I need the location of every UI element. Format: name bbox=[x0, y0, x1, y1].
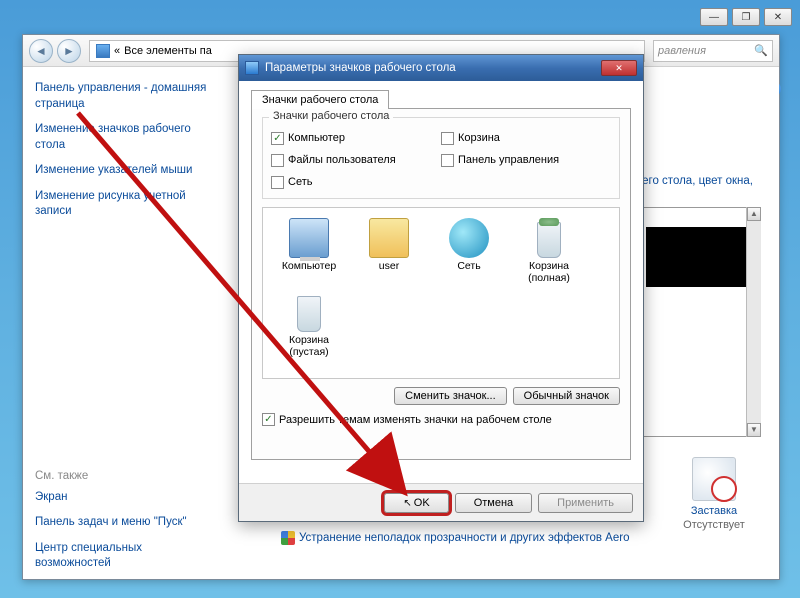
shield-icon bbox=[281, 531, 295, 545]
checkbox-label: Сеть bbox=[288, 176, 312, 188]
tab-page: Значки рабочего стола ✓ Компьютер Корзина Ф… bbox=[251, 108, 631, 460]
icon-preview-grid[interactable]: КомпьютерuserСетьКорзина (полная) Корзина… bbox=[262, 207, 620, 379]
see-also-easeofaccess[interactable]: Центр специальных возможностей bbox=[35, 541, 209, 572]
dialog-footer: ↖OK Отмена Применить bbox=[239, 483, 643, 521]
breadcrumb-text-left: Все элементы па bbox=[124, 45, 212, 57]
icon-user[interactable]: user bbox=[349, 216, 429, 286]
screensaver-section[interactable]: Заставка Отсутствует bbox=[667, 457, 761, 531]
sidebar-link-mouse-pointers[interactable]: Изменение указателей мыши bbox=[35, 163, 209, 179]
checkbox-компьютер[interactable]: ✓ Компьютер bbox=[271, 128, 441, 148]
dialog-icon bbox=[245, 61, 259, 75]
scroll-down-icon[interactable]: ▼ bbox=[747, 423, 761, 437]
icon-label: Сеть bbox=[429, 260, 509, 272]
icon-label: Корзина (пустая) bbox=[269, 334, 349, 358]
icon-bin-full[interactable]: Корзина (полная) bbox=[509, 216, 589, 286]
sidebar-home-link[interactable]: Панель управления - домашняя страница bbox=[35, 81, 209, 112]
search-icon: 🔍 bbox=[754, 44, 768, 57]
minimize-button[interactable]: — bbox=[700, 8, 728, 26]
screensaver-status: Отсутствует bbox=[667, 519, 761, 531]
see-also-taskbar[interactable]: Панель задач и меню "Пуск" bbox=[35, 515, 209, 531]
checkbox-label: Компьютер bbox=[288, 132, 345, 144]
checkbox-icon bbox=[441, 132, 454, 145]
nav-back-button[interactable]: ◄ bbox=[29, 39, 53, 63]
dialog-titlebar[interactable]: Параметры значков рабочего стола ✕ bbox=[239, 55, 643, 81]
allow-themes-label: Разрешить темам изменять значки на рабоч… bbox=[279, 414, 552, 426]
change-icon-button[interactable]: Сменить значок... bbox=[394, 387, 507, 405]
screensaver-label: Заставка bbox=[667, 505, 761, 517]
screensaver-icon bbox=[692, 457, 736, 501]
user-icon bbox=[369, 218, 409, 258]
allow-themes-checkbox[interactable]: ✓ Разрешить темам изменять значки на раб… bbox=[262, 413, 620, 426]
preview-thumbnail bbox=[646, 227, 746, 287]
groupbox-legend: Значки рабочего стола bbox=[269, 110, 393, 122]
checkbox-icon: ✓ bbox=[271, 132, 284, 145]
scroll-up-icon[interactable]: ▲ bbox=[747, 207, 761, 221]
icon-bin-empty[interactable]: Корзина (пустая) bbox=[269, 290, 349, 360]
icon-label: Корзина (полная) bbox=[509, 260, 589, 284]
desktop-icons-groupbox: Значки рабочего стола ✓КомпьютерКорзинаФ… bbox=[262, 117, 620, 199]
checkbox-label: Корзина bbox=[458, 132, 500, 144]
page-title-fragment: чего стола, цвет окна, bbox=[636, 175, 753, 187]
icon-label: user bbox=[349, 260, 429, 272]
tab-desktop-icons[interactable]: Значки рабочего стола bbox=[251, 90, 389, 109]
bin-full-icon bbox=[529, 218, 569, 258]
icon-label: Компьютер bbox=[269, 260, 349, 272]
checkbox-icon bbox=[271, 154, 284, 167]
breadcrumb-sep: « bbox=[114, 45, 120, 57]
checkbox-сеть[interactable]: Сеть bbox=[271, 172, 441, 192]
checkbox-icon bbox=[271, 176, 284, 189]
see-also-screen[interactable]: Экран bbox=[35, 490, 209, 506]
close-button[interactable]: ✕ bbox=[764, 8, 792, 26]
nav-forward-button[interactable]: ► bbox=[57, 39, 81, 63]
dialog-title-text: Параметры значков рабочего стола bbox=[265, 62, 456, 74]
icon-computer[interactable]: Компьютер bbox=[269, 216, 349, 286]
checkbox-label: Файлы пользователя bbox=[288, 154, 396, 166]
sidebar-link-account-picture[interactable]: Изменение рисунка учетной записи bbox=[35, 189, 209, 220]
cursor-icon: ↖ bbox=[403, 498, 411, 509]
dialog-close-button[interactable]: ✕ bbox=[601, 60, 637, 76]
search-text-fragment: равления bbox=[658, 45, 706, 57]
sidebar-link-desktop-icons[interactable]: Изменение значков рабочего стола bbox=[35, 122, 209, 153]
sidebar: Панель управления - домашняя страница Из… bbox=[23, 67, 221, 579]
checkbox-label: Панель управления bbox=[458, 154, 559, 166]
apply-button: Применить bbox=[538, 493, 633, 513]
checkbox-icon bbox=[441, 154, 454, 167]
default-icon-button[interactable]: Обычный значок bbox=[513, 387, 620, 405]
search-input[interactable]: равления 🔍 bbox=[653, 40, 773, 62]
ok-button[interactable]: ↖OK bbox=[384, 493, 448, 513]
icon-net[interactable]: Сеть bbox=[429, 216, 509, 286]
checkbox-файлы-пользователя[interactable]: Файлы пользователя bbox=[271, 150, 441, 170]
net-icon bbox=[449, 218, 489, 258]
preview-scrollbar[interactable]: ▲ ▼ bbox=[746, 207, 761, 437]
aero-troubleshoot-link[interactable]: Устранение неполадок прозрачности и друг… bbox=[281, 531, 629, 545]
allow-themes-check-icon: ✓ bbox=[262, 413, 275, 426]
checkbox-панель-управления[interactable]: Панель управления bbox=[441, 150, 611, 170]
control-panel-icon bbox=[96, 44, 110, 58]
computer-icon bbox=[289, 218, 329, 258]
bin-empty-icon bbox=[289, 292, 329, 332]
aero-link-text: Устранение неполадок прозрачности и друг… bbox=[299, 532, 629, 544]
checkbox-корзина[interactable]: Корзина bbox=[441, 128, 611, 148]
cancel-button[interactable]: Отмена bbox=[455, 493, 532, 513]
desktop-icon-settings-dialog: Параметры значков рабочего стола ✕ Значк… bbox=[238, 54, 644, 522]
see-also-header: См. также bbox=[35, 470, 209, 482]
maximize-button[interactable]: ❐ bbox=[732, 8, 760, 26]
